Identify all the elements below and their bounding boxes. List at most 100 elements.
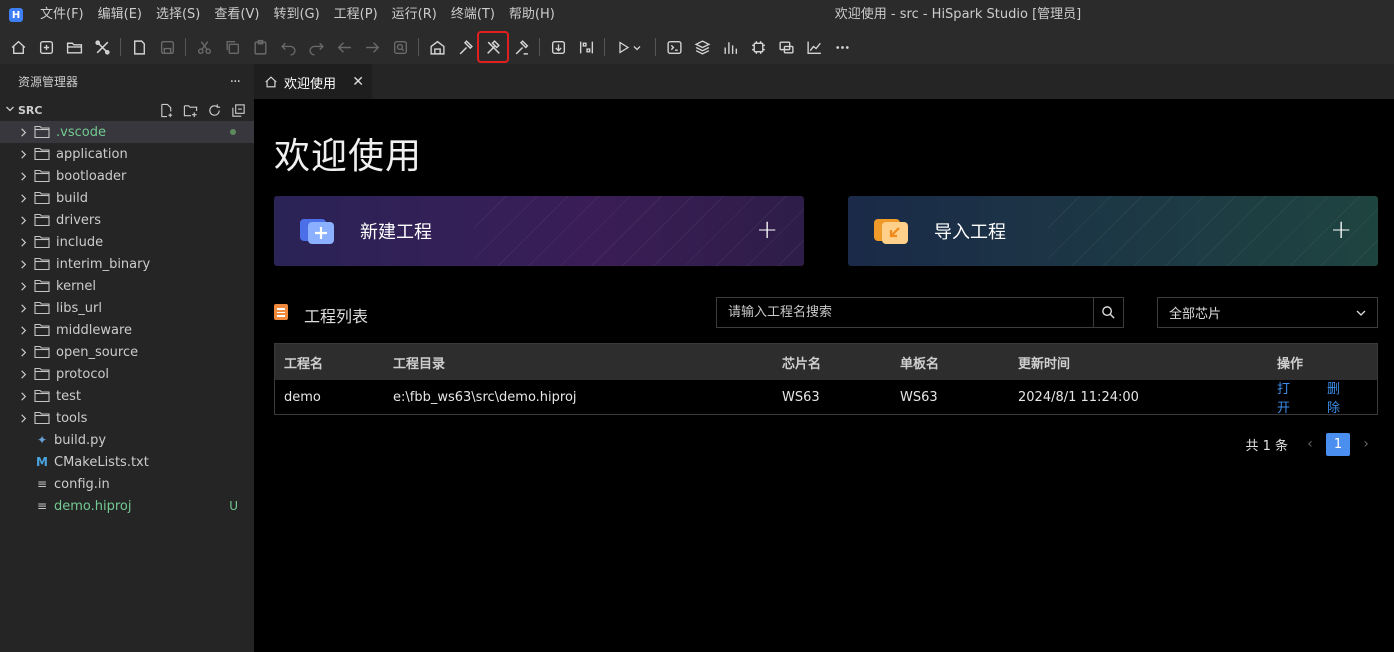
- app-logo: H: [9, 8, 23, 22]
- menu-selection[interactable]: 选择(S): [149, 0, 207, 30]
- build-icon[interactable]: [423, 33, 451, 61]
- chevron-right-icon: [16, 325, 30, 336]
- terminal-icon[interactable]: [660, 33, 688, 61]
- modified-dot: [230, 129, 236, 135]
- folder-icon: [34, 410, 50, 426]
- chip-icon[interactable]: [744, 33, 772, 61]
- home-icon[interactable]: [4, 33, 32, 61]
- folder-item[interactable]: open_source: [0, 341, 254, 363]
- toolbar-separator: [604, 38, 605, 56]
- save-icon[interactable]: [153, 33, 181, 61]
- project-search: [716, 297, 1124, 328]
- folder-item[interactable]: drivers: [0, 209, 254, 231]
- collapse-all-icon[interactable]: [230, 102, 246, 118]
- file-item[interactable]: M CMakeLists.txt: [0, 451, 254, 473]
- workspace-root[interactable]: SRC: [0, 99, 254, 121]
- open-folder-icon[interactable]: [60, 33, 88, 61]
- toolbar-separator: [185, 38, 186, 56]
- folder-item[interactable]: include: [0, 231, 254, 253]
- close-icon[interactable]: ✕: [352, 74, 364, 90]
- import-project-icon: [874, 216, 910, 246]
- new-project-card[interactable]: 新建工程 +: [274, 196, 804, 266]
- project-table: 工程名 工程目录 芯片名 单板名 更新时间 操作 demo e:\fbb_ws6…: [274, 343, 1378, 416]
- toolbar-separator: [655, 38, 656, 56]
- graph-icon[interactable]: [800, 33, 828, 61]
- tree-item-label: bootloader: [56, 168, 127, 184]
- undo-icon[interactable]: [274, 33, 302, 61]
- import-project-card[interactable]: 导入工程 +: [848, 196, 1378, 266]
- chart-icon[interactable]: [716, 33, 744, 61]
- hammer-icon[interactable]: [451, 33, 479, 61]
- debug-icon[interactable]: [609, 33, 651, 61]
- folder-item[interactable]: tools: [0, 407, 254, 429]
- folder-item[interactable]: kernel: [0, 275, 254, 297]
- menu-terminal[interactable]: 终端(T): [444, 0, 502, 30]
- tree-item-label: demo.hiproj: [54, 498, 132, 514]
- toolbar: [0, 30, 1394, 64]
- back-icon[interactable]: [330, 33, 358, 61]
- folder-item[interactable]: middleware: [0, 319, 254, 341]
- open-project-link[interactable]: 打开: [1277, 378, 1299, 416]
- editor-tab-bar: 欢迎使用 ✕: [254, 64, 1394, 99]
- download-icon[interactable]: [544, 33, 572, 61]
- title-bar: H 文件(F) 编辑(E) 选择(S) 查看(V) 转到(G) 工程(P) 运行…: [0, 0, 1394, 30]
- menu-edit[interactable]: 编辑(E): [91, 0, 149, 30]
- menu-view[interactable]: 查看(V): [207, 0, 266, 30]
- tools-icon[interactable]: [88, 33, 116, 61]
- next-page-button[interactable]: ›: [1354, 436, 1378, 452]
- folder-item[interactable]: bootloader: [0, 165, 254, 187]
- search-file-icon[interactable]: [386, 33, 414, 61]
- chevron-down-icon: [1355, 307, 1367, 319]
- folder-item[interactable]: application: [0, 143, 254, 165]
- folder-item[interactable]: build: [0, 187, 254, 209]
- new-file-icon[interactable]: [32, 33, 60, 61]
- file-item[interactable]: ≡ demo.hiproj U: [0, 495, 254, 517]
- copy-icon[interactable]: [218, 33, 246, 61]
- chip-filter-select[interactable]: 全部芯片: [1157, 297, 1378, 328]
- folder-item[interactable]: protocol: [0, 363, 254, 385]
- new-folder-icon[interactable]: [182, 102, 198, 118]
- folder-item[interactable]: .vscode: [0, 121, 254, 143]
- layers-icon[interactable]: [688, 33, 716, 61]
- menu-goto[interactable]: 转到(G): [266, 0, 326, 30]
- refresh-icon[interactable]: [206, 102, 222, 118]
- chevron-right-icon: [16, 413, 30, 424]
- redo-icon[interactable]: [302, 33, 330, 61]
- monitor-icon[interactable]: [772, 33, 800, 61]
- plus-icon: +: [1330, 215, 1352, 245]
- menu-file[interactable]: 文件(F): [33, 0, 91, 30]
- rebuild-icon[interactable]: [477, 31, 509, 63]
- menu-run[interactable]: 运行(R): [385, 0, 444, 30]
- tree-item-label: build.py: [54, 432, 107, 448]
- search-icon[interactable]: [1093, 298, 1123, 327]
- menu-help[interactable]: 帮助(H): [502, 0, 562, 30]
- folder-icon: [34, 124, 50, 140]
- clean-icon[interactable]: [507, 33, 535, 61]
- folder-item[interactable]: interim_binary: [0, 253, 254, 275]
- tree-item-label: kernel: [56, 278, 97, 294]
- file-item[interactable]: ≡ config.in: [0, 473, 254, 495]
- tab-label: 欢迎使用: [284, 76, 337, 92]
- file-icon[interactable]: [125, 33, 153, 61]
- paste-icon[interactable]: [246, 33, 274, 61]
- tab-welcome[interactable]: 欢迎使用 ✕: [254, 64, 372, 99]
- search-input[interactable]: [717, 298, 1093, 327]
- prev-page-button[interactable]: ‹: [1298, 436, 1322, 452]
- folder-icon: [34, 366, 50, 382]
- chip-filter-value: 全部芯片: [1169, 307, 1222, 322]
- menu-project[interactable]: 工程(P): [327, 0, 385, 30]
- new-file-icon[interactable]: [158, 102, 174, 118]
- python-icon: ✦: [36, 433, 48, 447]
- page-button-current[interactable]: 1: [1326, 432, 1350, 456]
- delete-project-link[interactable]: 删除: [1327, 378, 1349, 416]
- project-dir: e:\fbb_ws63\src\demo.hiproj: [393, 389, 577, 405]
- folder-item[interactable]: libs_url: [0, 297, 254, 319]
- explorer-more-icon[interactable]: ···: [230, 74, 241, 90]
- more-icon[interactable]: [828, 33, 856, 61]
- cut-icon[interactable]: [190, 33, 218, 61]
- forward-icon[interactable]: [358, 33, 386, 61]
- folder-item[interactable]: test: [0, 385, 254, 407]
- file-item[interactable]: ✦ build.py: [0, 429, 254, 451]
- config-icon[interactable]: [572, 33, 600, 61]
- chevron-right-icon: [16, 391, 30, 402]
